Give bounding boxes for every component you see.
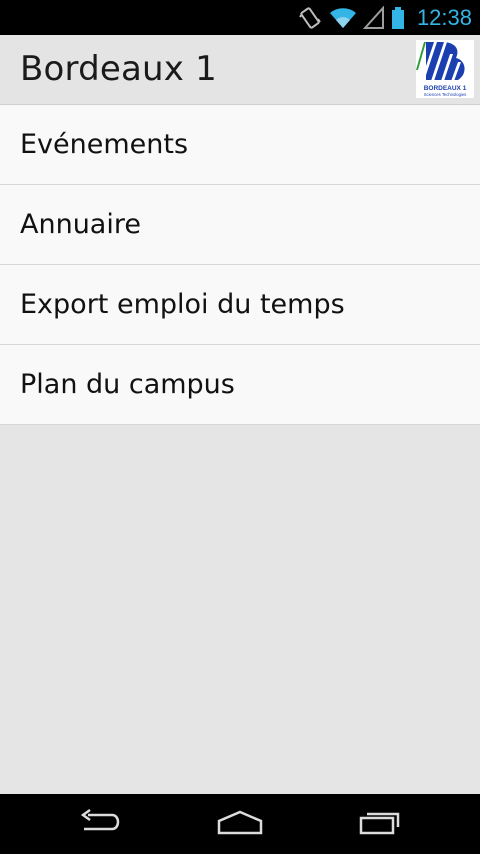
- menu-item-export-emploi-du-temps[interactable]: Export emploi du temps: [0, 265, 480, 345]
- menu-item-annuaire[interactable]: Annuaire: [0, 185, 480, 265]
- main-menu-list: Evénements Annuaire Export emploi du tem…: [0, 105, 480, 425]
- menu-item-plan-du-campus[interactable]: Plan du campus: [0, 345, 480, 425]
- home-icon: [216, 809, 264, 839]
- empty-content-area: [0, 425, 480, 794]
- recent-apps-icon: [358, 809, 402, 839]
- logo-text: BORDEAUX 1: [424, 85, 467, 92]
- status-time: 12:38: [416, 4, 472, 30]
- status-icons: 12:38: [297, 0, 472, 35]
- menu-item-label: Export emploi du temps: [20, 289, 345, 320]
- logo-subtext: Sciences Technologies: [424, 92, 467, 97]
- navigation-bar: [0, 794, 480, 854]
- vibrate-icon: [297, 5, 323, 31]
- menu-item-label: Annuaire: [20, 209, 141, 240]
- status-bar: 12:38: [0, 0, 480, 35]
- recent-apps-button[interactable]: [340, 804, 420, 844]
- back-button[interactable]: [60, 804, 140, 844]
- app-title: Bordeaux 1: [20, 49, 217, 89]
- menu-item-evenements[interactable]: Evénements: [0, 105, 480, 185]
- back-icon: [78, 808, 122, 839]
- menu-item-label: Plan du campus: [20, 369, 235, 400]
- menu-item-label: Evénements: [20, 129, 189, 160]
- university-logo: BORDEAUX 1 Sciences Technologies: [416, 40, 474, 98]
- battery-icon: [391, 6, 405, 30]
- signal-icon: [362, 5, 385, 30]
- home-button[interactable]: [200, 804, 280, 844]
- wifi-icon: [329, 6, 357, 30]
- action-bar: Bordeaux 1 BORDEAUX 1 Sciences Technolog…: [0, 35, 480, 105]
